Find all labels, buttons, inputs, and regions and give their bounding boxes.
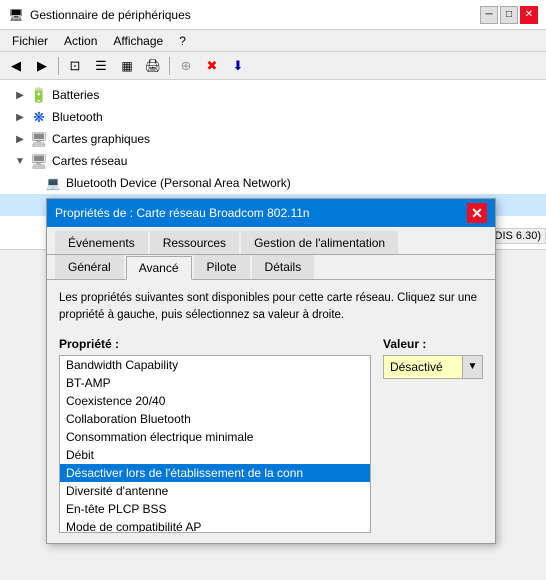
toolbar-btn-1[interactable]: ⊡ (63, 54, 87, 78)
tab-gestion-alimentation[interactable]: Gestion de l'alimentation (241, 231, 398, 254)
toolbar-btn-3[interactable]: ▦ (115, 54, 139, 78)
dialog-content-row: Propriété : Bandwidth Capability BT-AMP … (59, 337, 483, 533)
toolbar: ◀ ▶ ⊡ ☰ ▦ 🖨 ⊕ ✖ ⬇ (0, 52, 546, 80)
title-bar: 🖥 Gestionnaire de périphériques ─ □ ✕ (0, 0, 546, 30)
menu-help[interactable]: ? (171, 32, 194, 50)
title-bar-controls: ─ □ ✕ (480, 6, 538, 24)
cartes-graphiques-label: Cartes graphiques (52, 132, 150, 146)
expand-cartes-reseau[interactable]: ▼ (12, 153, 28, 169)
dialog-body: Les propriétés suivantes sont disponible… (47, 280, 495, 543)
expand-batteries[interactable]: ▶ (12, 87, 28, 103)
toolbar-sep-2 (169, 57, 170, 75)
properties-dialog: Propriétés de : Carte réseau Broadcom 80… (46, 198, 496, 544)
property-list[interactable]: Bandwidth Capability BT-AMP Coexistence … (59, 355, 371, 533)
cartes-reseau-label: Cartes réseau (52, 154, 127, 168)
tree-item-batteries[interactable]: ▶ 🔋 Batteries (0, 84, 546, 106)
tab-general[interactable]: Général (55, 255, 124, 279)
tab-avance[interactable]: Avancé (126, 256, 192, 280)
menu-action[interactable]: Action (56, 32, 105, 50)
prop-coexistence[interactable]: Coexistence 20/40 (60, 392, 370, 410)
dialog-description: Les propriétés suivantes sont disponible… (59, 290, 483, 325)
tree-item-bluetooth-device[interactable]: 💻 Bluetooth Device (Personal Area Networ… (0, 172, 546, 194)
forward-button[interactable]: ▶ (30, 54, 54, 78)
expand-cartes-graphiques[interactable]: ▶ (12, 131, 28, 147)
dialog-title-bar: Propriétés de : Carte réseau Broadcom 80… (47, 199, 495, 227)
bluetooth-device-label: Bluetooth Device (Personal Area Network) (66, 176, 291, 190)
toolbar-btn-4[interactable]: 🖨 (141, 54, 165, 78)
minimize-button[interactable]: ─ (480, 6, 498, 24)
batteries-icon: 🔋 (30, 86, 48, 104)
app-icon: 🖥 (8, 7, 24, 23)
dialog-title: Propriétés de : Carte réseau Broadcom 80… (55, 206, 310, 220)
expand-bluetooth[interactable]: ▶ (12, 109, 28, 125)
tree-item-cartes-reseau[interactable]: ▼ 🖥 Cartes réseau (0, 150, 546, 172)
tab-ressources[interactable]: Ressources (150, 231, 239, 254)
menu-fichier[interactable]: Fichier (4, 32, 56, 50)
prop-mode-compatibilite[interactable]: Mode de compatibilité AP (60, 518, 370, 533)
toolbar-btn-5[interactable]: ⊕ (174, 54, 198, 78)
prop-desactiver[interactable]: Désactiver lors de l'établissement de la… (60, 464, 370, 482)
tree-item-bluetooth[interactable]: ▶ ❋ Bluetooth (0, 106, 546, 128)
bluetooth-icon: ❋ (30, 108, 48, 126)
bluetooth-label: Bluetooth (52, 110, 103, 124)
value-dropdown[interactable]: Désactivé ▼ (383, 355, 483, 379)
prop-collaboration-bluetooth[interactable]: Collaboration Bluetooth (60, 410, 370, 428)
dialog-close-button[interactable]: ✕ (467, 203, 487, 223)
tab-evenements[interactable]: Événements (55, 231, 148, 254)
tab-pilote[interactable]: Pilote (194, 255, 250, 279)
cartes-reseau-icon: 🖥 (30, 152, 48, 170)
back-button[interactable]: ◀ (4, 54, 28, 78)
value-column: Valeur : Désactivé ▼ (383, 337, 483, 379)
bluetooth-device-icon: 💻 (44, 174, 62, 192)
value-dropdown-text: Désactivé (384, 360, 462, 374)
prop-consommation[interactable]: Consommation électrique minimale (60, 428, 370, 446)
tree-item-cartes-graphiques[interactable]: ▶ 🖥 Cartes graphiques (0, 128, 546, 150)
prop-diversite[interactable]: Diversité d'antenne (60, 482, 370, 500)
prop-entete-plcp[interactable]: En-tête PLCP BSS (60, 500, 370, 518)
tab-details[interactable]: Détails (252, 255, 315, 279)
window-title: Gestionnaire de périphériques (30, 8, 480, 22)
cartes-graphiques-icon: 🖥 (30, 130, 48, 148)
value-dropdown-arrow-icon[interactable]: ▼ (462, 356, 482, 378)
dialog-tabs-row1: Événements Ressources Gestion de l'alime… (47, 227, 495, 255)
close-button[interactable]: ✕ (520, 6, 538, 24)
batteries-label: Batteries (52, 88, 99, 102)
toolbar-sep-1 (58, 57, 59, 75)
prop-debit[interactable]: Débit (60, 446, 370, 464)
menu-bar: Fichier Action Affichage ? (0, 30, 546, 52)
value-header: Valeur : (383, 337, 483, 351)
prop-bt-amp[interactable]: BT-AMP (60, 374, 370, 392)
dialog-tabs-row2: Général Avancé Pilote Détails (47, 255, 495, 280)
toolbar-btn-7[interactable]: ⬇ (226, 54, 250, 78)
toolbar-btn-6[interactable]: ✖ (200, 54, 224, 78)
prop-bandwidth[interactable]: Bandwidth Capability (60, 356, 370, 374)
property-column: Propriété : Bandwidth Capability BT-AMP … (59, 337, 371, 533)
menu-affichage[interactable]: Affichage (105, 32, 171, 50)
property-header: Propriété : (59, 337, 371, 351)
toolbar-btn-2[interactable]: ☰ (89, 54, 113, 78)
maximize-button[interactable]: □ (500, 6, 518, 24)
